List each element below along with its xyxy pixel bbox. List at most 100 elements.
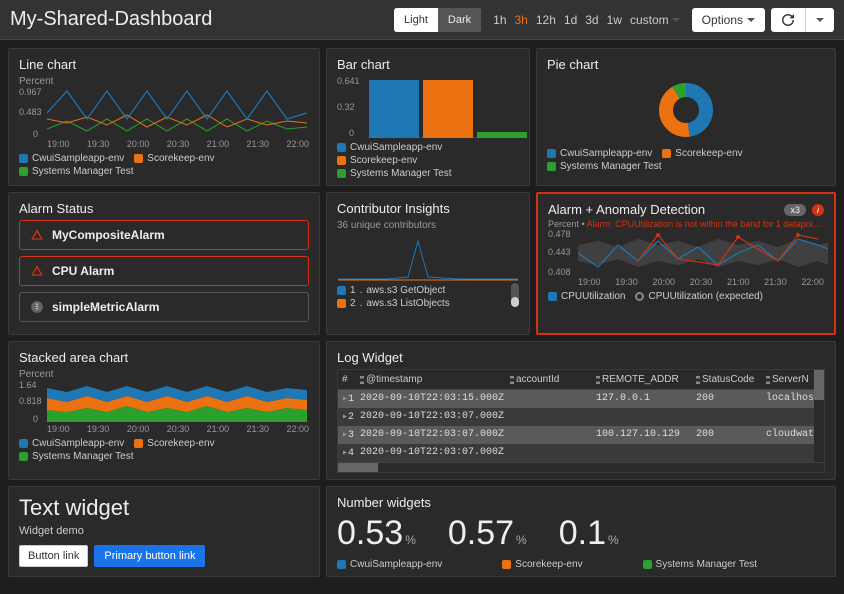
anomaly-count-badge: x3 [784, 204, 806, 216]
stacked-area-widget: Stacked area chart Percent 1.64 0.818 0 … [8, 341, 320, 480]
horizontal-scrollbar[interactable] [338, 462, 824, 472]
alarm-item[interactable]: CPU Alarm [19, 256, 309, 286]
table-row[interactable]: ▸2 2020-09-10T22:03:07.000Z [338, 408, 824, 426]
anomaly-chart-svg [578, 231, 828, 275]
legend-item[interactable]: CwuiSampleapp-env [19, 438, 124, 449]
col-expand[interactable]: # [338, 370, 356, 389]
legend: CwuiSampleapp-env Scorekeep-env Systems … [337, 559, 825, 570]
legend-swatch [502, 560, 511, 569]
range-1d[interactable]: 1d [564, 13, 577, 27]
dashboard-grid: Line chart Percent 0.967 0.483 0 19:00 1… [0, 40, 844, 585]
info-icon[interactable]: i [812, 204, 824, 216]
log-table-header: # @timestamp accountId REMOTE_ADDR Statu… [338, 370, 824, 390]
range-custom[interactable]: custom [630, 13, 680, 27]
text-widget: Text widget Widget demo Button link Prim… [8, 486, 320, 577]
xtick: 21:30 [764, 277, 787, 287]
legend-swatch [19, 154, 28, 163]
legend-item[interactable]: Systems Manager Test [547, 161, 662, 172]
theme-dark-button[interactable]: Dark [438, 8, 481, 32]
legend-label: Scorekeep-env [147, 153, 214, 164]
legend-label: CPUUtilization (expected) [648, 291, 763, 302]
ci-scrollbar[interactable] [511, 283, 519, 307]
legend-item[interactable]: Scorekeep-env [662, 148, 742, 159]
refresh-button[interactable] [771, 8, 806, 32]
range-3d[interactable]: 3d [585, 13, 598, 27]
legend-item[interactable]: Scorekeep-env [134, 153, 214, 164]
xtick: 21:30 [247, 424, 270, 434]
ci-row-num: 1 [350, 285, 356, 296]
log-table: # @timestamp accountId REMOTE_ADDR Statu… [337, 369, 825, 473]
legend-item[interactable]: Systems Manager Test [337, 168, 452, 179]
legend-item[interactable]: 1.aws.s3 GetObject [337, 285, 450, 296]
theme-light-button[interactable]: Light [394, 8, 438, 32]
alarm-item[interactable]: simpleMetricAlarm [19, 292, 309, 322]
legend-swatch [337, 286, 346, 295]
legend-item[interactable]: Scorekeep-env [502, 559, 582, 570]
widget-title: Log Widget [337, 350, 825, 365]
button-link[interactable]: Button link [19, 545, 88, 567]
table-row[interactable]: ▸4 2020-09-10T22:03:07.000Z [338, 444, 824, 462]
legend-item[interactable]: Scorekeep-env [134, 438, 214, 449]
legend: CwuiSampleapp-env Scorekeep-env Systems … [337, 142, 519, 179]
xtick: 20:30 [167, 139, 190, 149]
alarm-icon [30, 228, 44, 242]
legend-item[interactable]: CwuiSampleapp-env [547, 148, 652, 159]
legend-label: aws.s3 GetObject [366, 285, 445, 296]
legend-swatch [548, 292, 557, 301]
legend-swatch [337, 169, 346, 178]
number-widget: Number widgets 0.53% 0.57% 0.1% CwuiSamp… [326, 486, 836, 577]
col-timestamp[interactable]: @timestamp [356, 370, 506, 389]
vertical-scrollbar[interactable] [814, 370, 824, 462]
log-widget: Log Widget # @timestamp accountId REMOTE… [326, 341, 836, 480]
legend-item[interactable]: CwuiSampleapp-env [19, 153, 124, 164]
ytick: 0.967 [19, 87, 42, 97]
legend-item[interactable]: Systems Manager Test [19, 451, 134, 462]
legend-item[interactable]: Systems Manager Test [19, 166, 134, 177]
table-row[interactable]: ▸1 2020-09-10T22:03:15.000Z127.0.0.1200l… [338, 390, 824, 408]
legend-item[interactable]: CPUUtilization (expected) [635, 291, 763, 302]
dashboard-title: My-Shared-Dashboard [10, 8, 212, 31]
legend-item[interactable]: 2.aws.s3 ListObjects [337, 298, 450, 309]
legend-label: CwuiSampleapp-env [32, 438, 124, 449]
alarm-status-widget: Alarm Status MyCompositeAlarm CPU Alarm … [8, 192, 320, 335]
legend-item[interactable]: Systems Manager Test [643, 559, 758, 570]
options-button[interactable]: Options [692, 8, 765, 32]
col-statuscode[interactable]: StatusCode [692, 370, 762, 389]
legend-swatch-ring [635, 292, 644, 301]
legend-label: Scorekeep-env [350, 155, 417, 166]
range-1w[interactable]: 1w [607, 13, 622, 27]
legend-swatch [19, 452, 28, 461]
scrollbar-thumb [814, 370, 824, 400]
ci-legend: 1.aws.s3 GetObject 2.aws.s3 ListObjects [337, 285, 450, 309]
legend-item[interactable]: CPUUtilization [548, 291, 625, 302]
refresh-icon [781, 13, 795, 27]
widget-title: Contributor Insights [337, 201, 519, 216]
xtick: 21:00 [727, 277, 750, 287]
number-value: 0.1% [559, 514, 619, 553]
table-row[interactable]: ▸3 2020-09-10T22:03:07.000Z100.127.10.12… [338, 426, 824, 444]
col-accountid[interactable]: accountId [506, 370, 592, 389]
theme-toggle: Light Dark [394, 8, 481, 32]
ytick: 0.408 [548, 267, 571, 277]
line-chart-svg [47, 89, 307, 137]
primary-button-link[interactable]: Primary button link [94, 545, 205, 567]
ytick: 0.32 [337, 102, 355, 112]
range-1h[interactable]: 1h [493, 13, 506, 27]
legend-item[interactable]: Scorekeep-env [337, 155, 417, 166]
alarm-name: simpleMetricAlarm [52, 300, 159, 314]
range-3h[interactable]: 3h [515, 13, 528, 27]
scrollbar-thumb [511, 297, 519, 307]
xtick: 19:30 [87, 424, 110, 434]
col-remote-addr[interactable]: REMOTE_ADDR [592, 370, 692, 389]
legend-swatch [19, 167, 28, 176]
refresh-interval-button[interactable] [806, 8, 834, 32]
ytick: 0.818 [19, 396, 42, 406]
legend-item[interactable]: CwuiSampleapp-env [337, 142, 442, 153]
legend-label: aws.s3 ListObjects [366, 298, 449, 309]
legend-item[interactable]: CwuiSampleapp-env [337, 559, 442, 570]
xtick: 19:30 [87, 139, 110, 149]
alarm-item[interactable]: MyCompositeAlarm [19, 220, 309, 250]
bar-chart-svg [367, 76, 527, 138]
range-12h[interactable]: 12h [536, 13, 556, 27]
anomaly-detection-widget: Alarm + Anomaly Detection x3 i Percent •… [536, 192, 836, 335]
